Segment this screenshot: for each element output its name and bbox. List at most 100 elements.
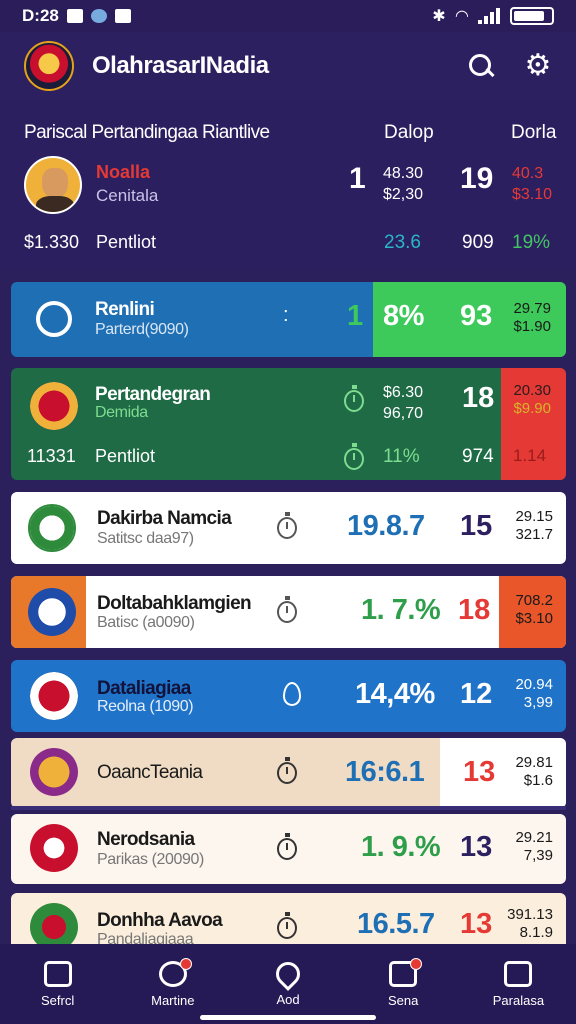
team-logo [28, 504, 76, 552]
team-name: Renlini [95, 299, 155, 320]
match-card[interactable]: Dakirba Namcia Satitsc daa97) 19.8.7 15 … [11, 492, 566, 564]
score: 13 [460, 831, 493, 863]
hero-header: Pariscal Pertandingaa Riantlive [24, 122, 270, 143]
score: 18 [458, 594, 491, 626]
percent-value: 11% [383, 446, 420, 467]
score: 18 [462, 382, 495, 414]
location-icon [271, 956, 305, 991]
score-left: 1 [347, 300, 364, 332]
hero-stat1: 23.6 [384, 232, 421, 253]
card-odds: 29.81 $1.6 [515, 754, 553, 789]
card-stat: 974 [462, 446, 494, 467]
timer-icon [344, 385, 364, 412]
profile-icon [504, 960, 533, 987]
nav-profile[interactable]: Paralasa [461, 944, 576, 1024]
hero-odds-a: 48.30 $2,30 [383, 165, 424, 203]
hero-price-label: Pentliot [96, 232, 157, 252]
score: 15 [460, 510, 493, 542]
match-card[interactable]: Nerodsania Parikas (20090) 1. 9.% 13 29.… [11, 814, 566, 884]
timer-icon [277, 833, 297, 860]
timer-icon [277, 596, 297, 623]
hero-price: $1.330 [24, 232, 80, 252]
timer-icon [344, 443, 364, 470]
nav-label: Sefrcl [40, 992, 75, 1008]
status-bar: D:28 ✱ ◠ [0, 0, 576, 32]
card-odds: 29.21 7,39 [515, 829, 553, 864]
hero-panel: Pariscal Pertandingaa Riantlive Dalop Do… [0, 100, 576, 270]
team-sub: Satitsc daa97) [97, 530, 194, 547]
timer-icon [277, 512, 297, 539]
home-indicator [200, 1015, 376, 1020]
battery-icon [510, 7, 554, 25]
separator: : [283, 304, 289, 326]
nav-stats[interactable]: Sena [346, 944, 461, 1024]
signal-icon [478, 8, 500, 24]
hero-score-left: 1 [349, 162, 366, 195]
nav-add[interactable]: Aod [230, 944, 345, 1024]
team-name: Dakirba Namcia [97, 508, 232, 529]
card-odds-b: 20.30 $9.90 [513, 382, 551, 417]
player-avatar [24, 156, 82, 214]
chart-icon [389, 957, 423, 987]
card-stat-red: 1.14 [513, 446, 547, 465]
score: 12 [460, 678, 493, 710]
nav-matches[interactable]: Martine [115, 944, 230, 1024]
bluetooth-icon: ✱ [432, 8, 446, 25]
nav-label: Aod [276, 991, 300, 1007]
percent-value: 8% [383, 300, 424, 332]
nav-label: Paralasa [492, 992, 545, 1008]
percent-value: 1. 7.% [361, 594, 441, 626]
score: 13 [463, 756, 496, 788]
player-sub: Cenitala [96, 186, 159, 205]
notification-dot [410, 957, 423, 970]
team-logo [30, 672, 78, 720]
percent-value: 1. 9.% [361, 831, 441, 863]
notification-dot [179, 957, 192, 970]
card-odds: 29.15 321.7 [515, 508, 553, 543]
team-name: Donhha Aavoa [97, 910, 223, 931]
team-sub: Parikas (20090) [97, 851, 204, 868]
player-name: Noalla [96, 162, 151, 182]
score: 13 [460, 908, 493, 940]
team-logo [36, 301, 72, 337]
timer-icon [277, 757, 297, 784]
home-icon [43, 960, 72, 987]
team-sub: Parterd(9090) [95, 321, 189, 338]
card-odds: 708.2 $3.10 [515, 592, 553, 627]
card-odds: 391.13 8.1.9 [507, 906, 553, 941]
timer-icon [277, 912, 297, 939]
card-odds: 29.79 $1.90 [513, 300, 551, 335]
hero-stat2: 909 [462, 232, 494, 253]
app-title: OlahrasarINadia [92, 52, 269, 79]
hero-col1-label: Dalop [384, 122, 434, 143]
divider [11, 806, 566, 810]
match-card[interactable]: Renlini Parterd(9090) : 1 8% 93 29.79 $1.… [11, 282, 566, 357]
circle-icon [90, 9, 107, 23]
score-right: 93 [460, 300, 493, 332]
team-logo [28, 588, 76, 636]
team-name: Nerodsania [97, 829, 195, 850]
trophy-icon [158, 957, 192, 987]
nav-home[interactable]: Sefrcl [0, 944, 115, 1024]
hero-odds-b: 40.3 $3.10 [512, 165, 553, 203]
match-card[interactable]: Dataliagiaa Reolna (1090) 14,4% 12 20.94… [11, 660, 566, 732]
home-icon [114, 9, 131, 23]
percent-value: 19.8.7 [347, 510, 425, 542]
bottom-nav: Sefrcl Martine Aod Sena Paralasa [0, 944, 576, 1024]
app-bar: OlahrasarINadia ⚙ [0, 32, 576, 100]
match-card[interactable]: Pertandegran Demida $6.30 96,70 18 20.30 $… [11, 368, 566, 480]
card-odds-a: $6.30 96,70 [383, 384, 424, 422]
match-card[interactable]: Doltabahklamgien Batisc (a0090) 1. 7.% 1… [11, 576, 566, 648]
team-sub: Reolna (1090) [97, 698, 194, 715]
card-price: 11331 [27, 446, 76, 466]
search-icon[interactable] [468, 53, 494, 79]
percent-value: 14,4% [355, 678, 435, 710]
team-sub: Batisc (a0090) [97, 614, 195, 631]
team-sub: Demida [95, 404, 148, 421]
gear-icon[interactable]: ⚙ [524, 51, 552, 81]
percent-value: 16:6.1 [345, 756, 425, 788]
match-card[interactable]: OaancTeania 16:6.1 13 29.81 $1.6 [11, 738, 566, 808]
hero-stat3: 19% [512, 232, 551, 253]
nav-label: Sena [388, 992, 419, 1008]
nav-label: Martine [151, 992, 195, 1008]
